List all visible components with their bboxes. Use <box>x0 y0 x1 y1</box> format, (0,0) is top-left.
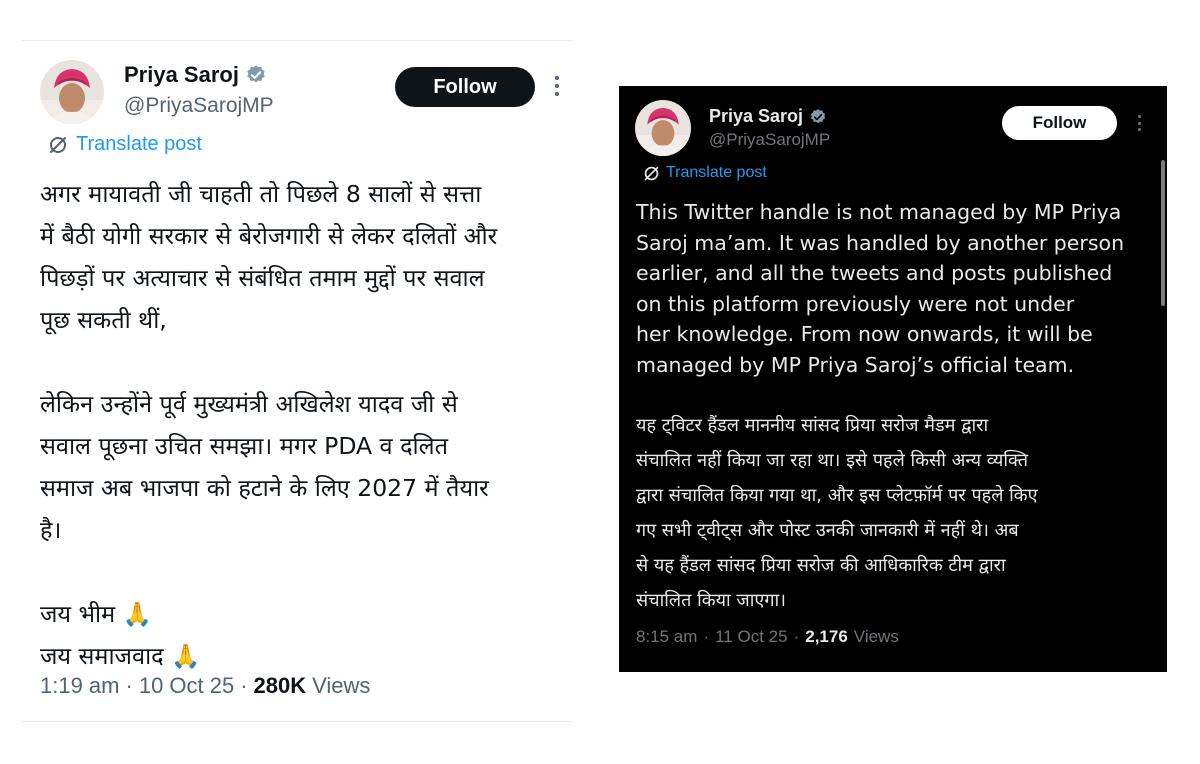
tweet-card-light: Priya Saroj @PriyaSarojMP Follow Transla… <box>22 40 572 722</box>
handle[interactable]: @PriyaSarojMP <box>709 130 830 150</box>
avatar-image <box>635 100 691 156</box>
views-count: 280K <box>253 673 307 698</box>
verified-badge-icon <box>247 65 265 83</box>
translate-post-link[interactable]: Translate post <box>643 164 767 182</box>
author-name-row: Priya Saroj <box>709 106 827 127</box>
scrollbar[interactable] <box>1161 160 1165 306</box>
avatar[interactable] <box>635 100 691 156</box>
display-name[interactable]: Priya Saroj <box>124 62 239 88</box>
meta-separator: · <box>703 627 710 646</box>
avatar[interactable] <box>40 60 104 124</box>
views-count: 2,176 <box>805 627 848 646</box>
tweet-date[interactable]: 11 Oct 25 <box>715 627 787 647</box>
tweet-date[interactable]: 10 Oct 25 <box>139 673 234 699</box>
translate-label: Translate post <box>76 133 202 155</box>
meta-separator: · <box>793 627 800 646</box>
tweet-meta: 8:15 am · 11 Oct 25 · 2,176 Views <box>636 627 899 647</box>
more-options-icon[interactable] <box>553 76 561 96</box>
more-options-icon[interactable] <box>1136 115 1142 131</box>
divider <box>22 40 572 41</box>
translate-icon <box>50 136 66 153</box>
translate-post-link[interactable]: Translate post <box>48 133 202 156</box>
tweet-time[interactable]: 8:15 am <box>636 627 697 647</box>
tweet-time[interactable]: 1:19 am <box>40 673 120 699</box>
tweet-body-hindi: यह ट्विटर हैंडल माननीय सांसद प्रिया सरोज… <box>636 415 1038 611</box>
meta-separator: · <box>240 673 248 698</box>
avatar-image <box>40 60 104 124</box>
views-label: Views <box>853 627 899 646</box>
tweet-body: अगर मायावती जी चाहती तो पिछले 8 सालों से… <box>40 180 498 670</box>
follow-button[interactable]: Follow <box>1002 106 1117 140</box>
meta-separator: · <box>125 673 133 698</box>
tweet-card-dark: Priya Saroj @PriyaSarojMP Follow Transla… <box>619 86 1167 672</box>
translate-icon <box>644 166 659 180</box>
views-label: Views <box>312 673 371 698</box>
divider <box>22 721 572 722</box>
tweet-meta: 1:19 am · 10 Oct 25 · 280K Views <box>40 673 370 699</box>
translate-label: Translate post <box>666 164 767 181</box>
handle[interactable]: @PriyaSarojMP <box>124 94 274 118</box>
verified-badge-icon <box>810 108 826 123</box>
tweet-body-english: This Twitter handle is not managed by MP… <box>636 200 1125 377</box>
display-name[interactable]: Priya Saroj <box>709 106 803 127</box>
follow-button[interactable]: Follow <box>395 67 535 107</box>
author-name-row: Priya Saroj <box>124 62 267 88</box>
